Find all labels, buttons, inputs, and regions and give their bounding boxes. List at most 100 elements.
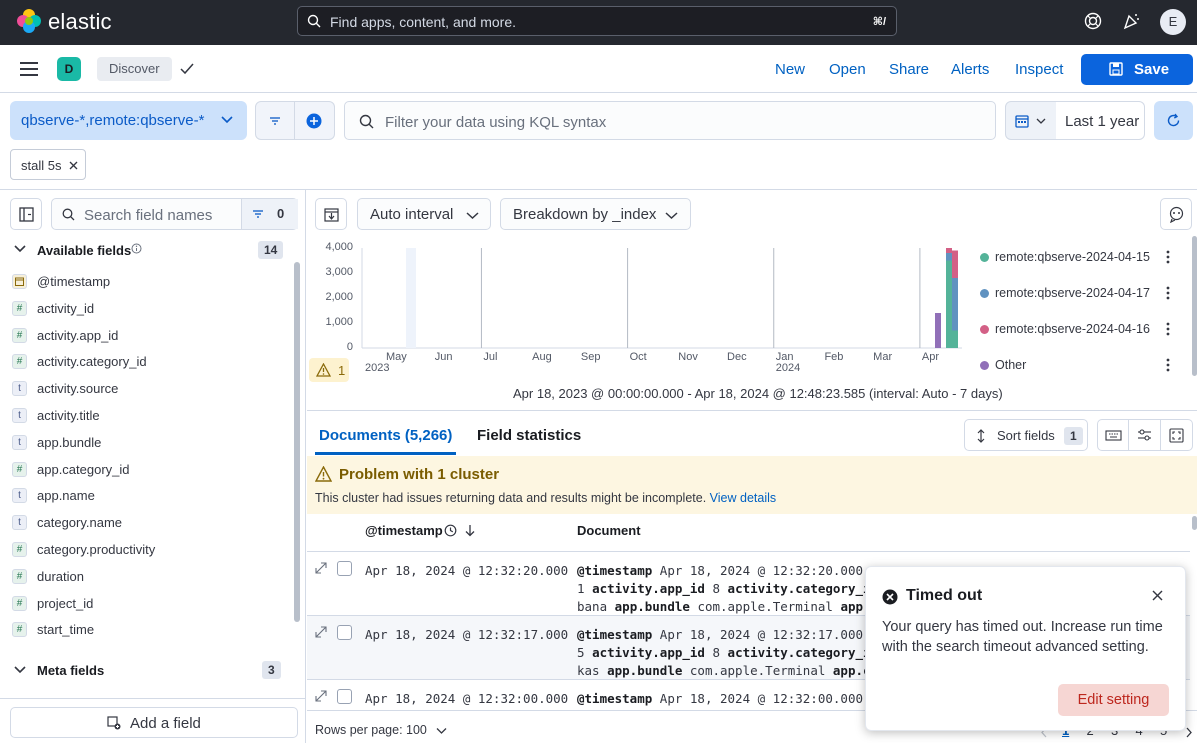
arrow-down-icon[interactable] bbox=[464, 524, 476, 537]
field-item[interactable]: @timestamp bbox=[12, 268, 292, 295]
kql-query-input[interactable]: Filter your data using KQL syntax bbox=[344, 101, 996, 140]
filter-pill[interactable]: stall 5s bbox=[10, 149, 86, 180]
calendar-chart-icon bbox=[324, 208, 339, 222]
field-item[interactable]: # start_time bbox=[12, 616, 292, 643]
x-tick-label: Jul bbox=[483, 351, 498, 363]
legend-more-icon[interactable] bbox=[1166, 286, 1170, 300]
data-view-picker[interactable]: qbserve-*,remote:qbserve-* bbox=[10, 101, 247, 140]
legend-more-icon[interactable] bbox=[1166, 250, 1170, 264]
meta-fields-heading[interactable]: Meta fields bbox=[37, 663, 104, 678]
global-search-placeholder: Find apps, content, and more. bbox=[330, 14, 516, 30]
row-timestamp: Apr 18, 2024 @ 12:32:17.000 bbox=[365, 627, 569, 642]
rows-per-page-selector[interactable]: Rows per page: 100 bbox=[315, 723, 427, 737]
row-checkbox[interactable] bbox=[337, 561, 352, 576]
close-icon[interactable] bbox=[69, 161, 78, 170]
info-icon[interactable] bbox=[131, 243, 142, 254]
news-feed-icon[interactable] bbox=[1122, 12, 1140, 30]
field-item[interactable]: t category.name bbox=[12, 509, 292, 536]
share-link[interactable]: Share bbox=[889, 61, 929, 78]
chevron-down-icon[interactable] bbox=[14, 244, 26, 254]
close-icon[interactable] bbox=[1152, 590, 1163, 601]
histogram-bar bbox=[946, 248, 952, 253]
open-link[interactable]: Open bbox=[829, 61, 866, 78]
user-avatar[interactable]: E bbox=[1160, 9, 1186, 35]
breakdown-selector[interactable]: Breakdown by _index bbox=[500, 198, 691, 230]
elastic-wordmark[interactable]: elastic bbox=[48, 9, 112, 35]
assistant-icon bbox=[1169, 206, 1184, 223]
global-search-input[interactable]: Find apps, content, and more. ⌘/ bbox=[297, 6, 897, 36]
field-search-input[interactable]: Search field names 0 bbox=[51, 198, 298, 230]
field-filter-button[interactable]: 0 bbox=[241, 199, 298, 229]
date-range-display[interactable]: Last 1 year bbox=[1056, 101, 1145, 140]
help-icon[interactable] bbox=[1084, 12, 1102, 30]
field-item[interactable]: # activity.category_id bbox=[12, 348, 292, 375]
expand-row-icon[interactable] bbox=[315, 562, 327, 574]
chevron-down-icon[interactable] bbox=[14, 665, 26, 675]
space-avatar[interactable]: D bbox=[57, 57, 81, 81]
view-details-link[interactable]: View details bbox=[710, 491, 776, 505]
field-item[interactable]: # activity_id bbox=[12, 295, 292, 322]
sort-fields-button[interactable]: Sort fields 1 bbox=[964, 419, 1088, 451]
menu-icon[interactable] bbox=[19, 61, 39, 77]
new-link[interactable]: New bbox=[775, 61, 805, 78]
field-item[interactable]: t activity.title bbox=[12, 402, 292, 429]
legend-item[interactable]: remote:qbserve-2024-04-15 bbox=[995, 249, 1155, 265]
expand-row-icon[interactable] bbox=[315, 626, 327, 638]
field-item[interactable]: # app.category_id bbox=[12, 456, 292, 483]
chart-options-button[interactable] bbox=[315, 198, 347, 230]
available-fields-heading[interactable]: Available fields bbox=[37, 243, 131, 258]
legend-more-icon[interactable] bbox=[1166, 358, 1170, 372]
inspect-link[interactable]: Inspect bbox=[1015, 61, 1063, 78]
breadcrumb-discover[interactable]: Discover bbox=[97, 57, 172, 81]
sidebar-scrollbar[interactable] bbox=[294, 262, 300, 622]
field-item[interactable]: t app.bundle bbox=[12, 429, 292, 456]
fullscreen-button[interactable] bbox=[1161, 419, 1193, 451]
field-item[interactable]: # category.productivity bbox=[12, 536, 292, 563]
chevron-right-icon[interactable] bbox=[1185, 727, 1193, 738]
filter-menu-button[interactable] bbox=[255, 101, 295, 140]
keyboard-shortcuts-button[interactable] bbox=[1097, 419, 1129, 451]
legend-item[interactable]: remote:qbserve-2024-04-17 bbox=[995, 285, 1155, 301]
y-tick-label: 4,000 bbox=[325, 241, 353, 253]
chevron-down-icon[interactable] bbox=[436, 727, 447, 735]
alerts-link[interactable]: Alerts bbox=[951, 61, 989, 78]
text-type-icon: t bbox=[12, 408, 27, 423]
add-field-button[interactable]: Add a field bbox=[10, 707, 298, 738]
ai-assistant-button[interactable] bbox=[1160, 198, 1192, 230]
callout-text: This cluster had issues returning data a… bbox=[315, 491, 777, 505]
histogram-chart[interactable] bbox=[307, 236, 967, 386]
clock-icon[interactable] bbox=[444, 524, 457, 537]
tab-documents[interactable]: Documents (5,266) bbox=[319, 427, 452, 444]
chart-scrollbar[interactable] bbox=[1192, 236, 1197, 376]
expand-row-icon[interactable] bbox=[315, 690, 327, 702]
add-filter-button[interactable] bbox=[295, 101, 335, 140]
row-checkbox[interactable] bbox=[337, 625, 352, 640]
tab-field-statistics[interactable]: Field statistics bbox=[477, 427, 581, 444]
legend-item[interactable]: remote:qbserve-2024-04-16 bbox=[995, 321, 1155, 337]
field-search-placeholder: Search field names bbox=[84, 207, 213, 224]
edit-setting-button[interactable]: Edit setting bbox=[1058, 684, 1169, 716]
column-document[interactable]: Document bbox=[577, 523, 641, 538]
field-item[interactable]: t activity.source bbox=[12, 375, 292, 402]
quick-date-button[interactable] bbox=[1005, 101, 1057, 140]
refresh-button[interactable] bbox=[1154, 101, 1193, 140]
save-button[interactable]: Save bbox=[1081, 54, 1193, 85]
field-item[interactable]: t app.name bbox=[12, 482, 292, 509]
field-item[interactable]: # duration bbox=[12, 563, 292, 590]
legend-more-icon[interactable] bbox=[1166, 322, 1170, 336]
chart-warning-badge[interactable]: 1 bbox=[309, 358, 349, 382]
table-scrollbar[interactable] bbox=[1192, 516, 1197, 530]
check-icon[interactable] bbox=[179, 62, 195, 76]
field-item[interactable]: # activity.app_id bbox=[12, 322, 292, 349]
data-view-label: qbserve-*,remote:qbserve-* bbox=[21, 112, 205, 129]
column-timestamp[interactable]: @timestamp bbox=[365, 523, 443, 538]
row-timestamp: Apr 18, 2024 @ 12:32:00.000 bbox=[365, 691, 569, 706]
display-settings-button[interactable] bbox=[1129, 419, 1161, 451]
field-name: category.name bbox=[37, 515, 123, 531]
legend-item[interactable]: Other bbox=[995, 357, 1055, 373]
collapse-sidebar-button[interactable] bbox=[10, 198, 42, 230]
row-checkbox[interactable] bbox=[337, 689, 352, 704]
interval-selector[interactable]: Auto interval bbox=[357, 198, 491, 230]
elastic-logo-icon[interactable] bbox=[16, 8, 42, 34]
field-item[interactable]: # project_id bbox=[12, 590, 292, 617]
